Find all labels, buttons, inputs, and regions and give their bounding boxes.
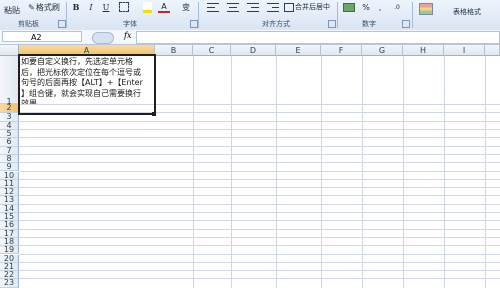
font-group-label: 字体 [123,20,137,28]
row-header-23[interactable]: 23 [0,279,19,288]
clipboard-launcher[interactable] [58,20,66,28]
fill-handle[interactable] [152,112,156,116]
separator [198,2,199,28]
name-box[interactable]: A2 [2,31,82,42]
align-right-icon [247,2,259,12]
number-group-label: 数字 [362,20,376,28]
italic-button[interactable]: I [85,1,97,13]
formula-input[interactable] [136,31,500,44]
gridline [19,120,500,122]
merge-icon [284,2,294,12]
column-header-a[interactable]: A [19,45,155,56]
gridline [19,145,500,147]
separator [412,2,413,28]
gridline [19,261,500,263]
separator [337,2,338,28]
bold-button[interactable]: B [70,1,82,13]
table-format-button[interactable]: 表格格式 [444,6,490,18]
column-header-d[interactable]: D [231,45,276,56]
font-color-button[interactable]: A [158,1,170,13]
column-header-c[interactable]: C [193,45,231,56]
alignment-group-label: 对齐方式 [262,20,290,28]
formula-controls[interactable] [92,32,114,44]
align-center-icon [227,2,239,12]
alignment-launcher[interactable] [328,20,336,28]
gridline [19,212,500,213]
align-right-button[interactable] [246,1,260,13]
align-center-button[interactable] [226,1,240,13]
phonetic-button[interactable]: 变 [180,1,192,13]
gridline [19,220,500,222]
gridline [19,253,500,255]
gridline [19,278,500,280]
gridline [19,270,500,272]
font-launcher[interactable] [190,20,198,28]
gridline [19,178,500,180]
gridline [19,236,500,238]
number-launcher[interactable] [402,20,410,28]
gridline [19,245,500,247]
format-painter-button[interactable]: ✎ 格式刷 [26,1,62,13]
fill-color-button[interactable] [140,1,154,13]
fill-color-icon [142,1,152,13]
cell-a1[interactable]: 如要自定义换行，先选定单元格 后，把光标依次定位在每个逗号或 句号的后面再按【A… [19,56,155,104]
merge-center-button[interactable]: 合并后居中 [278,1,336,13]
border-button[interactable] [118,1,130,13]
separator [66,2,67,28]
conditional-format-icon [419,3,433,15]
format-painter-label: 格式刷 [35,2,60,12]
column-header-g[interactable]: G [362,45,403,56]
comma-button[interactable]: , [374,1,386,13]
row-header-1[interactable]: 1 [0,56,19,106]
insert-function-icon[interactable]: fx [124,31,131,40]
column-header-e[interactable]: E [276,45,321,56]
format-painter-icon: ✎ [28,2,35,12]
percent-button[interactable]: % [360,1,372,13]
currency-button[interactable] [340,1,358,13]
merge-center-label: 合并后居中 [295,3,330,11]
gridline [19,187,500,189]
gridline [19,112,500,114]
conditional-format-button[interactable] [416,3,436,15]
gridline [19,129,500,130]
column-header-i[interactable]: I [444,45,485,56]
ribbon: 粘贴 ✎ 格式刷 剪贴板 B I U A 变 字体 合并后居中 对齐方式 % , … [0,0,500,31]
clipboard-group-label: 剪贴板 [18,20,39,28]
gridline [19,104,500,105]
align-left-button[interactable] [206,1,220,13]
border-icon [119,2,129,12]
gridline [19,137,500,139]
column-header-h[interactable]: H [403,45,444,56]
gridline [19,228,500,230]
increase-decimal-icon: .0 [394,3,400,11]
gridline [19,195,500,197]
column-header-j[interactable] [485,45,500,56]
select-all-corner[interactable] [0,45,19,56]
paste-button[interactable]: 粘贴 [2,4,22,16]
gridline [19,153,500,155]
gridline [19,203,500,205]
increase-decimal-button[interactable]: .0 [390,1,404,13]
column-header-b[interactable]: B [155,45,193,56]
column-header-f[interactable]: F [321,45,362,56]
gridline [19,170,500,172]
formula-bar: A2 fx [0,30,500,45]
currency-icon [343,2,355,12]
underline-button[interactable]: U [100,1,112,13]
gridline [19,162,500,164]
align-left-icon [207,2,219,12]
